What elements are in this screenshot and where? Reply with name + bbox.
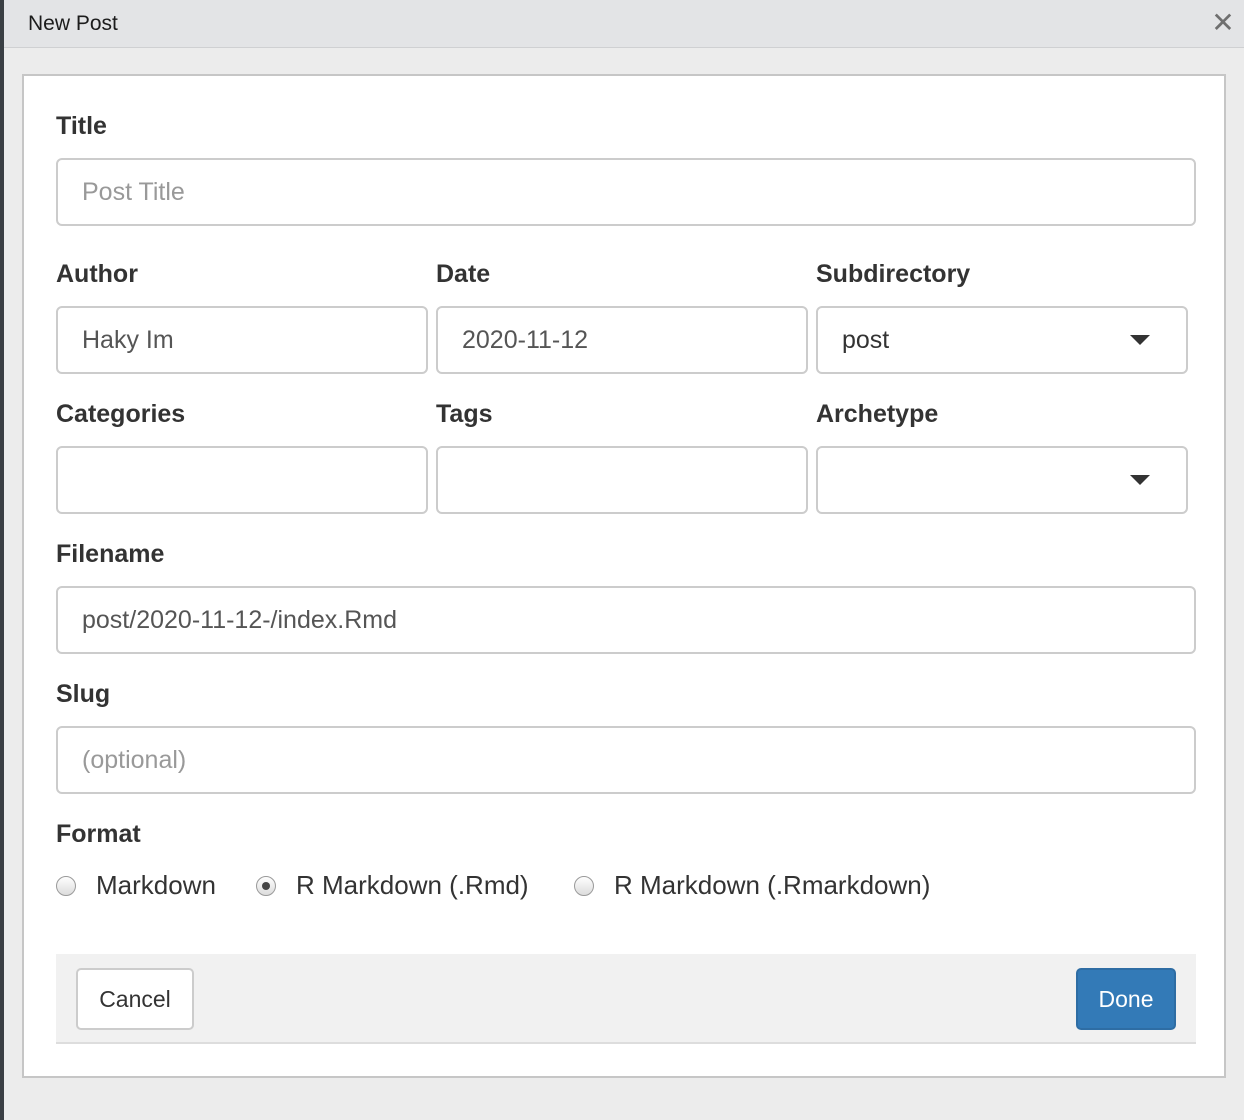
radio-unchecked-icon[interactable] [574,876,594,896]
slug-input[interactable] [56,726,1196,794]
chevron-down-icon [1130,335,1150,345]
format-label: Format [56,820,141,848]
filename-input[interactable] [56,586,1196,654]
dialog-footer: Cancel Done [56,954,1196,1044]
filename-label: Filename [56,540,165,568]
subdirectory-value: post [842,326,890,354]
form-panel: Title Author Date Subdirectory post Cate… [22,74,1226,1078]
subdirectory-select[interactable]: post [816,306,1188,374]
date-input[interactable] [436,306,808,374]
format-option-label[interactable]: Markdown [96,870,216,901]
format-option-label[interactable]: R Markdown (.Rmarkdown) [614,870,930,901]
author-label: Author [56,260,138,288]
subdirectory-label: Subdirectory [816,260,971,288]
dialog-title: New Post [28,12,118,35]
format-option-label[interactable]: R Markdown (.Rmd) [296,870,529,901]
title-label: Title [56,112,107,140]
new-post-dialog: New Post ✕ Title Author Date Subdirector… [4,0,1244,1120]
categories-input[interactable] [56,446,428,514]
date-label: Date [436,260,491,288]
dialog-titlebar: New Post ✕ [4,0,1244,48]
author-input[interactable] [56,306,428,374]
archetype-select[interactable] [816,446,1188,514]
tags-label: Tags [436,400,493,428]
close-icon[interactable]: ✕ [1208,8,1238,38]
done-button[interactable]: Done [1076,968,1176,1030]
title-input[interactable] [56,158,1196,226]
tags-input[interactable] [436,446,808,514]
chevron-down-icon [1130,475,1150,485]
archetype-label: Archetype [816,400,939,428]
radio-checked-icon[interactable] [256,876,276,896]
cancel-button[interactable]: Cancel [76,968,194,1030]
radio-unchecked-icon[interactable] [56,876,76,896]
slug-label: Slug [56,680,111,708]
categories-label: Categories [56,400,186,428]
